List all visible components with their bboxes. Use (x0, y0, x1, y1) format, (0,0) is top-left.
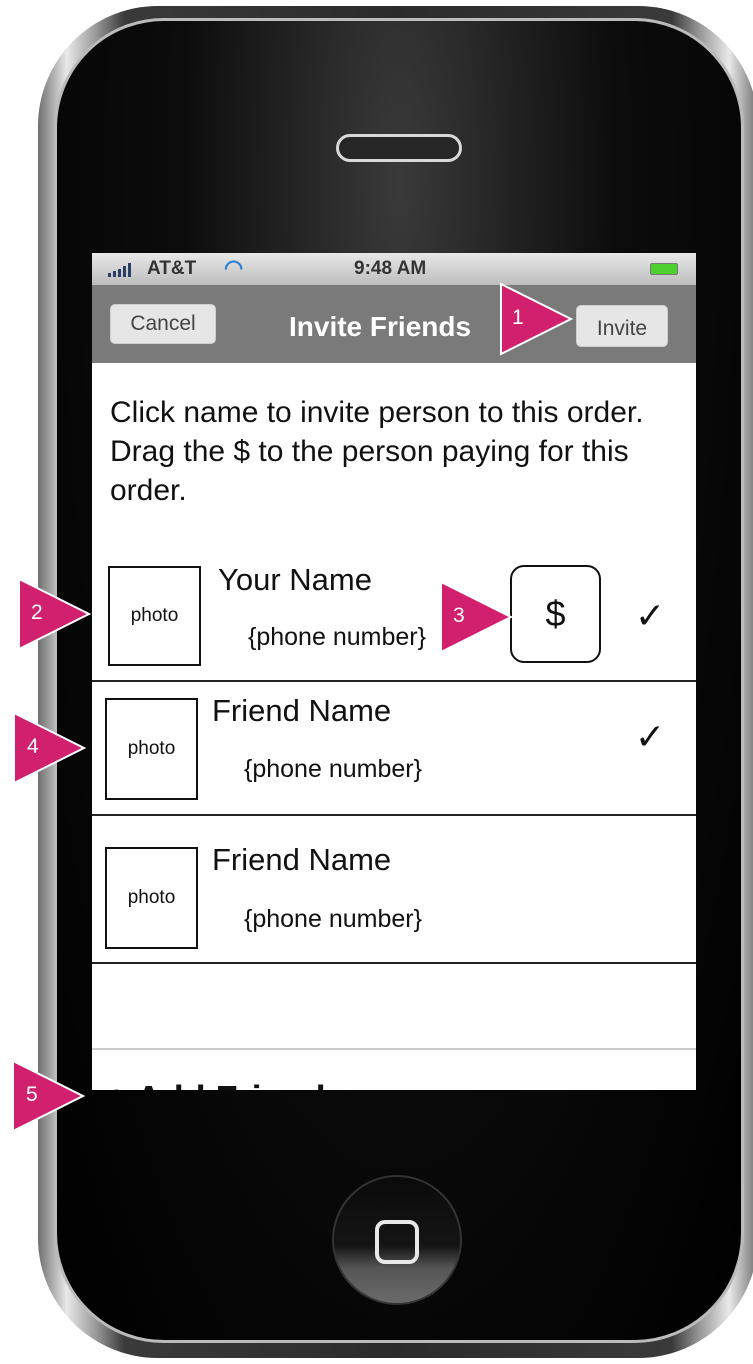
annotation-marker-3 (440, 580, 514, 654)
annotation-marker-5 (12, 1059, 86, 1133)
annotation-label-2: 2 (31, 601, 43, 624)
annotation-label-4: 4 (27, 735, 39, 758)
annotation-marker-4 (13, 711, 87, 785)
annotation-marker-2 (18, 577, 92, 651)
annotation-label-3: 3 (453, 604, 465, 627)
annotation-label-5: 5 (26, 1083, 38, 1106)
annotation-markers (12, 282, 574, 1133)
annotation-label-1: 1 (512, 306, 524, 329)
